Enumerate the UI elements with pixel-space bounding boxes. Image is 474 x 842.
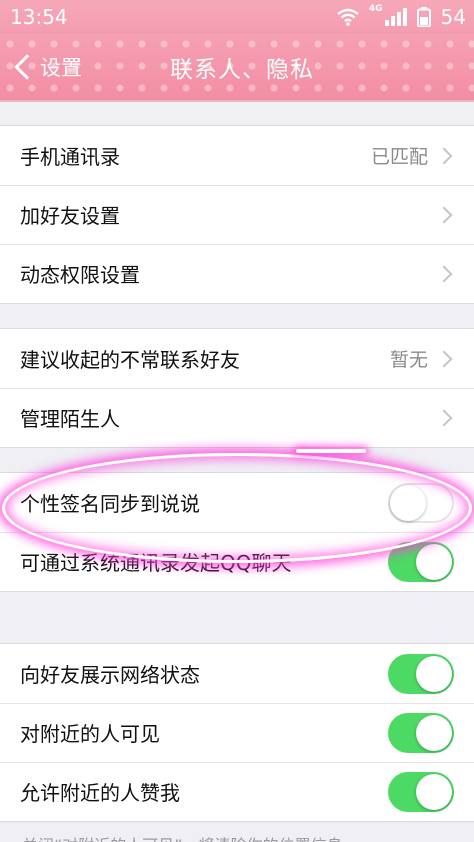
status-bar: 13:54 4G 54 bbox=[0, 0, 474, 34]
toggle-knob bbox=[416, 655, 452, 692]
row-label: 可通过系统通讯录发起QQ聊天 bbox=[20, 551, 292, 575]
visible-nearby-toggle[interactable] bbox=[388, 712, 454, 753]
row-collapse-inactive-friends[interactable]: 建议收起的不常联系好友 暂无 bbox=[0, 329, 474, 388]
nav-divider bbox=[0, 100, 474, 102]
row-visible-nearby: 对附近的人可见 bbox=[0, 703, 474, 762]
row-feed-permissions[interactable]: 动态权限设置 bbox=[0, 244, 474, 303]
row-allow-nearby-likes: 允许附近的人赞我 bbox=[0, 762, 474, 821]
nav-bar: 设置 联系人、隐私 bbox=[0, 34, 474, 100]
row-add-friend-settings[interactable]: 加好友设置 bbox=[0, 185, 474, 244]
signature-sync-toggle[interactable] bbox=[388, 482, 454, 523]
row-label: 加好友设置 bbox=[20, 204, 120, 228]
row-label: 动态权限设置 bbox=[20, 263, 140, 287]
settings-group-contacts: 手机通讯录 已匹配 加好友设置 动态权限设置 bbox=[0, 125, 474, 304]
chevron-right-icon bbox=[435, 265, 453, 282]
row-label: 允许附近的人赞我 bbox=[20, 781, 180, 805]
network-status-toggle[interactable] bbox=[388, 653, 454, 694]
row-label: 建议收起的不常联系好友 bbox=[20, 348, 240, 372]
wifi-icon bbox=[337, 8, 359, 26]
status-time: 13:54 bbox=[10, 5, 68, 29]
chevron-right-icon bbox=[435, 147, 453, 164]
footer-note: 关闭“对附近的人可见”，将清除你的位置信息 bbox=[22, 832, 343, 842]
row-phone-contacts[interactable]: 手机通讯录 已匹配 bbox=[0, 126, 474, 185]
row-manage-strangers[interactable]: 管理陌生人 bbox=[0, 388, 474, 447]
chevron-right-icon bbox=[435, 409, 453, 426]
chevron-right-icon bbox=[435, 350, 453, 367]
network-type: 4G bbox=[368, 4, 383, 14]
status-icons: 4G 54 bbox=[337, 4, 466, 29]
row-show-network-status: 向好友展示网络状态 bbox=[0, 644, 474, 703]
toggle-knob bbox=[416, 714, 452, 751]
nearby-likes-toggle[interactable] bbox=[388, 771, 454, 812]
system-contacts-chat-toggle[interactable] bbox=[388, 541, 454, 582]
highlight-stroke bbox=[296, 449, 366, 453]
page-title: 联系人、隐私 bbox=[170, 57, 314, 83]
settings-group-sync: 个性签名同步到说说 可通过系统通讯录发起QQ聊天 bbox=[0, 472, 474, 592]
toggle-knob bbox=[390, 484, 426, 521]
battery-level: 54 bbox=[440, 5, 466, 29]
battery-icon bbox=[416, 7, 431, 27]
row-label: 对附近的人可见 bbox=[20, 722, 160, 746]
row-value: 已匹配 bbox=[370, 146, 428, 168]
row-system-contacts-chat: 可通过系统通讯录发起QQ聊天 bbox=[0, 532, 474, 591]
row-label: 管理陌生人 bbox=[20, 407, 120, 431]
row-label: 个性签名同步到说说 bbox=[20, 492, 200, 516]
toggle-knob bbox=[416, 543, 452, 580]
settings-group-visibility: 向好友展示网络状态 对附近的人可见 允许附近的人赞我 bbox=[0, 643, 474, 822]
settings-group-friends: 建议收起的不常联系好友 暂无 管理陌生人 bbox=[0, 328, 474, 448]
row-label: 手机通讯录 bbox=[20, 145, 120, 169]
signal-icon bbox=[384, 8, 407, 26]
chevron-right-icon bbox=[435, 206, 453, 223]
toggle-knob bbox=[416, 773, 452, 810]
row-label: 向好友展示网络状态 bbox=[20, 663, 200, 687]
row-value: 暂无 bbox=[389, 349, 428, 371]
row-signature-sync: 个性签名同步到说说 bbox=[0, 473, 474, 532]
